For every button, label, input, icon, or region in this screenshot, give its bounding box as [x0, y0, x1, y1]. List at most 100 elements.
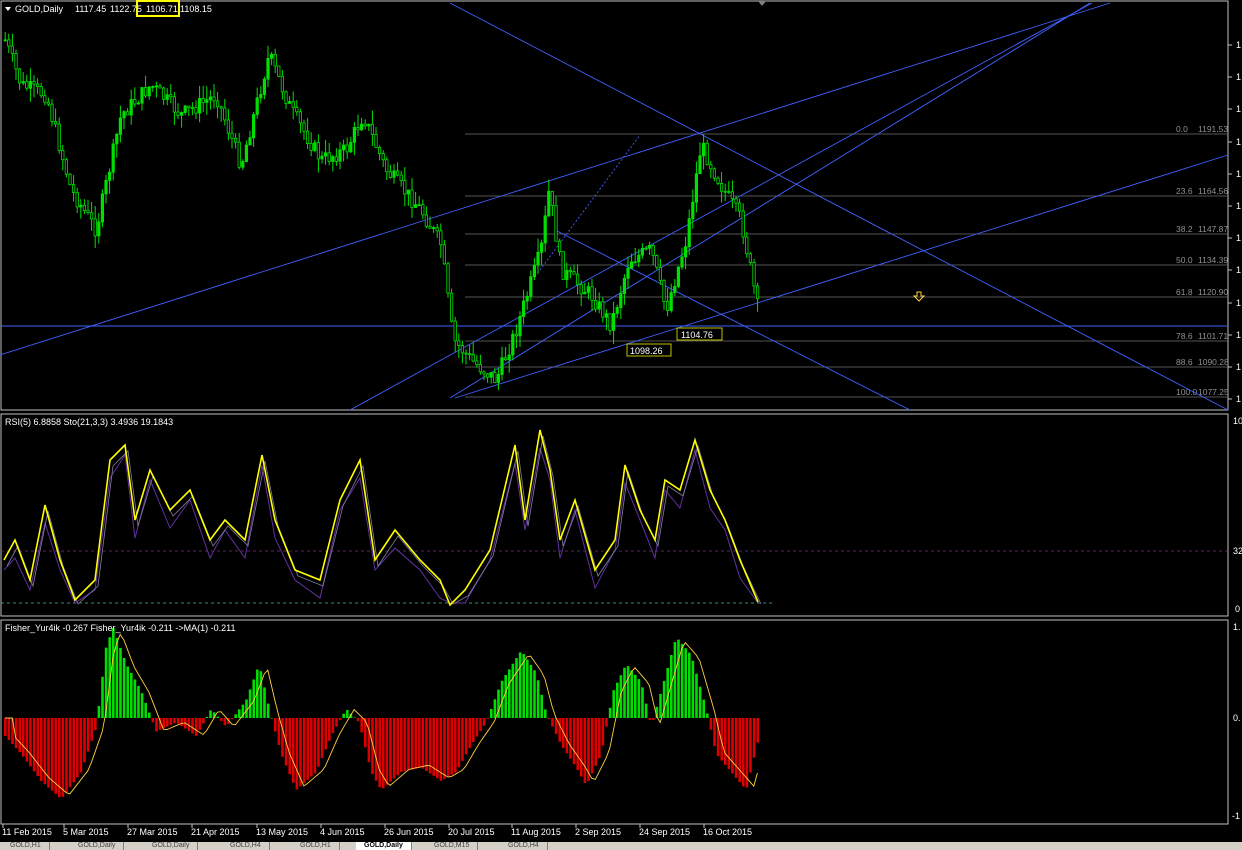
fisher-bar [529, 664, 533, 718]
chart-tab[interactable]: GOLD,M15 [426, 842, 479, 850]
chart-tab[interactable]: GOLD,H1 [2, 842, 50, 850]
date-axis-label: 11 Aug 2015 [511, 827, 561, 837]
candle [662, 279, 666, 310]
fisher-bar [518, 652, 522, 718]
fisher-bar [40, 718, 43, 781]
price-axis-label: 1 [1236, 201, 1241, 211]
fisher-bar [698, 686, 702, 718]
fisher-bar [248, 689, 252, 718]
candle [338, 142, 342, 170]
fisher-bar [583, 718, 587, 783]
candle [345, 137, 349, 160]
trend-line[interactable] [454, 154, 1229, 399]
candle [291, 91, 295, 120]
fisher-bar [713, 718, 716, 746]
candle [395, 162, 400, 177]
stochastic-signal-line [6, 435, 762, 605]
candle [154, 81, 158, 98]
candle [547, 179, 551, 218]
candle [453, 316, 457, 353]
candle [489, 372, 493, 384]
candle [475, 355, 479, 368]
candle [449, 288, 454, 323]
candle [730, 180, 735, 209]
chart-tab[interactable]: GOLD,Daily [356, 842, 412, 850]
candle [612, 301, 616, 345]
candle [302, 119, 306, 140]
chart-shift-icon[interactable] [758, 1, 766, 6]
fisher-bar [137, 685, 140, 718]
fisher-bar [22, 718, 25, 757]
trend-line[interactable] [0, 2, 1111, 356]
candle [179, 111, 184, 128]
candle [140, 87, 144, 111]
candle [129, 89, 133, 125]
candle [694, 161, 699, 213]
fisher-bar [32, 718, 36, 772]
fib-level-price: 1077.25 [1198, 387, 1229, 397]
trend-lines[interactable] [0, 2, 1229, 411]
candle [36, 78, 40, 95]
candle [161, 86, 166, 106]
candle [284, 90, 288, 110]
candle [594, 287, 598, 313]
fisher-bar [191, 718, 194, 734]
price-tag-upper: 1104.76 [676, 327, 723, 341]
candle [316, 134, 321, 173]
fisher-bar [544, 709, 547, 718]
candle [583, 282, 587, 295]
candle [187, 105, 191, 116]
trend-line[interactable] [554, 229, 911, 411]
candle [558, 238, 562, 256]
chart-tab[interactable]: GOLD,H4 [500, 842, 548, 850]
chart-tab[interactable]: GOLD,Daily [70, 842, 125, 850]
fisher-bar [724, 718, 727, 765]
candle [525, 291, 529, 310]
fisher-bar [331, 718, 335, 734]
candle [262, 76, 267, 100]
candle [615, 304, 619, 319]
chart-tab-bar: GOLD,H1 GOLD,Daily GOLD,Daily GOLD,H4 GOLD,H… [0, 842, 1242, 850]
candle [334, 148, 339, 166]
dropdown-triangle-icon[interactable] [5, 7, 11, 11]
chart-tab[interactable]: GOLD,Daily [144, 842, 199, 850]
down-arrow-icon[interactable] [912, 291, 926, 302]
candle [741, 203, 745, 245]
fisher-bar [421, 718, 425, 769]
candle [176, 103, 180, 120]
fisher-bar [536, 680, 540, 718]
trend-line[interactable] [449, 2, 1229, 411]
candle [32, 75, 36, 98]
candle [320, 151, 324, 164]
candle [442, 239, 447, 265]
symbol-header: GOLD,Daily 1117.45 1122.75 1106.71 1108.… [5, 0, 212, 17]
candle [57, 117, 61, 154]
trend-line[interactable] [539, 134, 641, 271]
candle [82, 199, 86, 215]
chart-tab[interactable]: GOLD,H1 [292, 842, 340, 850]
fisher-bar [644, 703, 648, 718]
candle [410, 178, 414, 218]
chart-tab[interactable]: GOLD,H4 [222, 842, 270, 850]
fisher-bar [259, 671, 263, 718]
fisher-bar [756, 718, 759, 743]
price-axis-label: 1 [1236, 394, 1241, 404]
fisher-bar [418, 718, 421, 768]
fisher-bar [209, 710, 212, 718]
fisher-bar [504, 675, 507, 718]
candle [266, 45, 270, 88]
candle [280, 69, 285, 100]
fisher-label: Fisher_Yur4ik -0.267 Fisher_Yur4ik -0.21… [5, 623, 236, 633]
fisher-bar [122, 657, 126, 718]
candle [39, 82, 43, 99]
candle [61, 144, 65, 171]
fisher-bar [79, 718, 83, 773]
rsi-axis-bottom: 0 [1235, 604, 1240, 614]
candle [684, 236, 688, 270]
fib-level-ratio: 88.6 [1176, 357, 1193, 367]
fisher-bar [230, 718, 234, 720]
candle [46, 97, 51, 107]
price-candles [3, 31, 760, 391]
date-axis-label: 13 May 2015 [256, 827, 308, 837]
candle [385, 156, 389, 181]
